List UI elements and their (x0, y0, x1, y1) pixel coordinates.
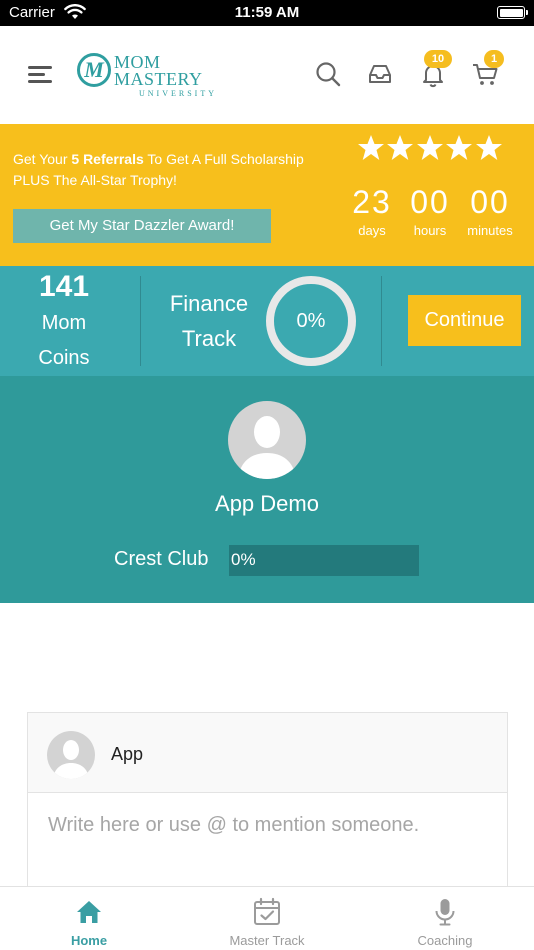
countdown-minutes-value: 00 (470, 184, 510, 220)
avatar[interactable] (228, 401, 306, 479)
divider (140, 276, 141, 366)
profile-name: App Demo (215, 491, 319, 516)
mom-coins-value: 141 (38, 270, 90, 303)
tab-home[interactable]: Home (29, 887, 149, 950)
tab-master-track[interactable]: Master Track (202, 887, 332, 950)
countdown-minutes: 00 minutes (460, 184, 520, 242)
countdown-days-value: 23 (352, 184, 392, 220)
star-icon (476, 135, 502, 160)
tab-coaching[interactable]: Coaching (385, 887, 505, 950)
five-star-rating (358, 135, 502, 160)
crest-club-label: Crest Club (114, 548, 209, 570)
status-bar: Carrier 11:59 AM (0, 0, 534, 26)
star-icon (446, 135, 472, 160)
user-silhouette-icon (238, 416, 296, 479)
cart-badge: 1 (484, 50, 504, 68)
track-progress-ring: 0% (266, 276, 356, 366)
tab-coaching-label: Coaching (417, 933, 473, 948)
app-header: M MOM MASTERY UNIVERSITY 10 1 (0, 26, 534, 124)
stats-band: 141 Mom Coins Finance Track 0% Continue (0, 266, 534, 376)
tab-master-track-label: Master Track (229, 933, 305, 948)
mom-coins-label-line2: Coins (38, 347, 90, 369)
logo-text-mastery: MASTERY (114, 69, 203, 89)
countdown-days-label: days (358, 223, 386, 238)
home-icon (77, 901, 101, 923)
logo-mark: M (77, 53, 111, 87)
battery-icon (497, 6, 525, 19)
battery-tip (526, 10, 528, 15)
crest-club-progress-bar: 0% (229, 545, 419, 576)
divider (381, 276, 382, 366)
tab-bar: Home Master Track Coaching (0, 886, 534, 950)
track-label-line2: Track (181, 326, 237, 351)
logo-text-university: UNIVERSITY (139, 89, 217, 98)
mom-coins-label: Mom Coins (0, 306, 128, 376)
track-label: Finance Track (148, 286, 270, 356)
promo-text-prefix: Get Your (13, 151, 72, 167)
countdown-days: 23 days (344, 184, 400, 242)
continue-button[interactable]: Continue (408, 295, 521, 346)
composer-user-name: App (111, 744, 144, 764)
clock: 11:59 AM (234, 4, 300, 21)
countdown-hours-label: hours (413, 223, 447, 238)
composer-header: App (28, 713, 507, 793)
menu-icon[interactable] (28, 63, 54, 85)
tab-home-label: Home (70, 933, 108, 948)
promo-text: Get Your 5 Referrals To Get A Full Schol… (13, 149, 333, 191)
countdown-hours-value: 00 (410, 184, 450, 220)
star-dazzler-award-button[interactable]: Get My Star Dazzler Award! (13, 209, 271, 243)
microphone-icon (435, 899, 455, 926)
post-input[interactable]: Write here or use @ to mention someone. (48, 814, 419, 837)
profile-section: App Demo Crest Club 0% (0, 376, 534, 603)
star-icon (417, 135, 443, 160)
track-label-line1: Finance (169, 291, 249, 316)
logo[interactable]: M MOM MASTERY UNIVERSITY (77, 51, 217, 101)
referral-promo: Get Your 5 Referrals To Get A Full Schol… (0, 124, 534, 266)
star-icon (358, 135, 384, 160)
post-composer: App Write here or use @ to mention someo… (27, 712, 508, 892)
user-silhouette-icon (53, 740, 89, 779)
star-icon (387, 135, 413, 160)
notifications-badge: 10 (424, 50, 452, 68)
promo-text-bold: 5 Referrals (71, 151, 144, 167)
countdown-minutes-label: minutes (467, 223, 513, 238)
inbox-icon[interactable] (366, 60, 394, 88)
mom-coins-label-line1: Mom (41, 312, 87, 334)
search-icon[interactable] (314, 60, 342, 88)
calendar-check-icon (254, 897, 280, 925)
crest-club-progress-value: 0% (231, 550, 256, 569)
countdown-hours: 00 hours (402, 184, 458, 242)
avatar (47, 731, 95, 779)
